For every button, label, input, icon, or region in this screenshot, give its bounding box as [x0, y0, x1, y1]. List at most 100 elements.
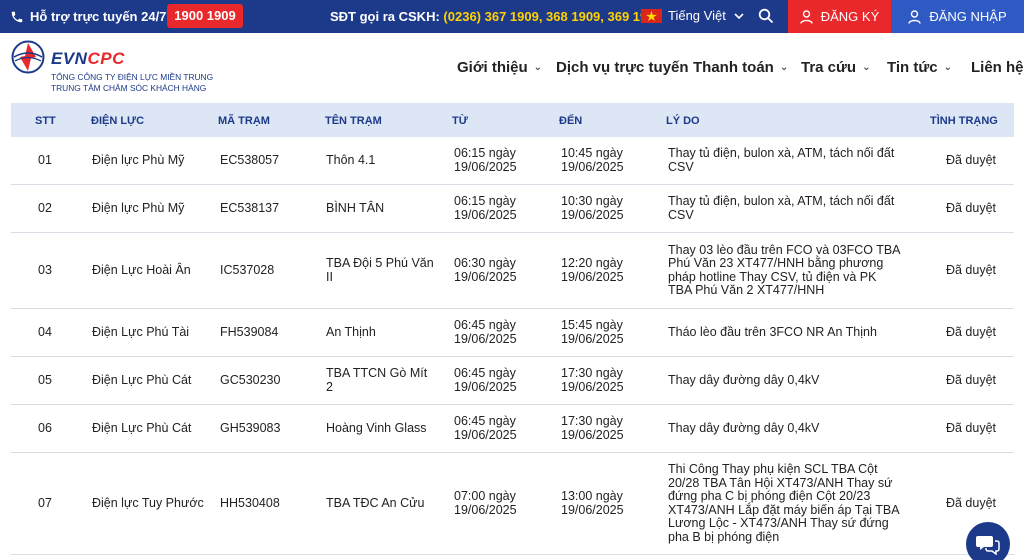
- cell-den: 17:30 ngày 19/06/2025: [561, 414, 624, 442]
- cell-dien-luc: Điện Lực Hoài Ân: [92, 262, 191, 277]
- hotline-label: Hỗ trợ trực tuyến 24/7:: [10, 9, 171, 24]
- chevron-down-icon: ⌄: [779, 62, 789, 73]
- cell-ten-tram: TBA TTCN Gò Mít 2: [326, 366, 428, 394]
- cell-den: 17:30 ngày 19/06/2025: [561, 366, 624, 394]
- cell-tinh-trang: Đã duyệt: [945, 262, 997, 277]
- col-header-ma-tram: MÃ TRẠM: [218, 115, 270, 127]
- cell-ly-do: Thi Công Thay phụ kiện SCL TBA Cột 20/28…: [668, 462, 899, 544]
- chat-support-button[interactable]: [966, 522, 1010, 560]
- cell-tu: 06:45 ngày 19/06/2025: [454, 414, 517, 442]
- cell-dien-luc: Điện Lực Phú Tài: [92, 324, 190, 339]
- cell-ma-tram: GH539083: [220, 420, 281, 435]
- brand-name[interactable]: EVNCPC: [51, 49, 125, 69]
- site-header: EVNCPC TỔNG CÔNG TY ĐIỆN LỰC MIỀN TRUNG …: [0, 33, 1024, 101]
- cell-den: 12:20 ngày 19/06/2025: [561, 256, 624, 284]
- register-button[interactable]: ĐĂNG KÝ: [788, 0, 891, 33]
- col-header-den: ĐẾN: [559, 115, 583, 127]
- cell-tinh-trang: Đã duyệt: [945, 324, 997, 339]
- phone-icon: [11, 11, 23, 22]
- register-label: ĐĂNG KÝ: [820, 9, 880, 24]
- top-bar: Hỗ trợ trực tuyến 24/7: 1900 1909 SĐT gọ…: [0, 0, 1024, 33]
- vietnam-flag-icon: [641, 9, 662, 23]
- chat-icon: [976, 536, 1000, 555]
- cell-dien-luc: Điện lực Phù Mỹ: [92, 152, 185, 167]
- cell-ma-tram: HH530408: [220, 495, 280, 510]
- cskh-numbers: (0236) 367 1909, 368 1909, 369 1909: [443, 9, 662, 24]
- cell-stt: 01: [38, 152, 52, 167]
- cell-tu: 07:00 ngày 19/06/2025: [454, 489, 517, 517]
- user-icon: [908, 9, 922, 24]
- col-header-dien-luc: ĐIỆN LỰC: [91, 115, 145, 127]
- cell-den: 10:30 ngày 19/06/2025: [561, 194, 624, 222]
- table-row[interactable]: 07 Điện lực Tuy Phước HH530408 TBA TĐC A…: [11, 453, 1014, 555]
- cell-tu: 06:45 ngày 19/06/2025: [454, 318, 517, 346]
- cell-ma-tram: EC538057: [220, 152, 280, 167]
- cell-den: 13:00 ngày 19/06/2025: [561, 489, 624, 517]
- cell-tinh-trang: Đã duyệt: [945, 372, 997, 387]
- cell-ma-tram: FH539084: [220, 324, 279, 339]
- table-row[interactable]: 03 Điện Lực Hoài Ân IC537028 TBA Đội 5 P…: [11, 233, 1014, 309]
- cell-stt: 07: [38, 495, 52, 510]
- col-header-ten-tram: TÊN TRẠM: [325, 115, 382, 127]
- cell-stt: 06: [38, 420, 52, 435]
- cell-ten-tram: TBA TĐC An Cửu: [326, 495, 425, 510]
- org-name-line1: TỔNG CÔNG TY ĐIỆN LỰC MIỀN TRUNG: [51, 72, 214, 82]
- login-label: ĐĂNG NHẬP: [929, 9, 1007, 24]
- cell-ma-tram: EC538137: [220, 200, 280, 215]
- nav-tin-tuc[interactable]: Tin tức ⌄: [887, 59, 952, 76]
- cell-stt: 04: [38, 324, 52, 339]
- cell-ly-do: Thay tủ điện, bulon xà, ATM, tách nối đấ…: [668, 194, 895, 222]
- nav-thanh-toan[interactable]: Thanh toán ⌄: [693, 59, 788, 76]
- nav-dich-vu-truc-tuyen[interactable]: Dịch vụ trực tuyến: [556, 59, 689, 76]
- evn-logo-icon[interactable]: [11, 40, 45, 74]
- cell-dien-luc: Điện Lực Phù Cát: [92, 420, 192, 435]
- cell-ten-tram: Thôn 4.1: [326, 152, 376, 167]
- cell-ly-do: Tháo lèo đầu trên 3FCO NR An Thịnh: [668, 324, 877, 339]
- search-button[interactable]: [758, 8, 776, 26]
- search-icon: [758, 8, 774, 24]
- cell-ly-do: Thay dây đường dây 0,4kV: [668, 372, 820, 387]
- chevron-down-icon: ⌄: [862, 62, 871, 73]
- cell-ten-tram: An Thịnh: [326, 324, 376, 339]
- hotline-number-badge[interactable]: 1900 1909: [167, 4, 243, 28]
- chevron-down-icon: [734, 12, 744, 19]
- outage-schedule-table: STT ĐIỆN LỰC MÃ TRẠM TÊN TRẠM TỪ ĐẾN LÝ …: [11, 103, 1014, 555]
- cell-tu: 06:45 ngày 19/06/2025: [454, 366, 517, 394]
- nav-lien-he[interactable]: Liên hệ: [971, 59, 1024, 76]
- col-header-ly-do: LÝ DO: [666, 115, 700, 127]
- table-row[interactable]: 05 Điện Lực Phù Cát GC530230 TBA TTCN Gò…: [11, 357, 1014, 405]
- cell-stt: 05: [38, 372, 52, 387]
- cell-dien-luc: Điện lực Tuy Phước: [92, 495, 204, 510]
- cskh-phone-info: SĐT gọi ra CSKH: (0236) 367 1909, 368 19…: [330, 9, 662, 24]
- cell-tu: 06:15 ngày 19/06/2025: [454, 194, 517, 222]
- login-button[interactable]: ĐĂNG NHẬP: [891, 0, 1024, 33]
- cell-ly-do: Thay 03 lèo đầu trên FCO và 03FCO TBA Ph…: [668, 242, 900, 297]
- cell-stt: 02: [38, 200, 52, 215]
- col-header-tinh-trang: TÌNH TRẠNG: [930, 115, 998, 127]
- cell-ly-do: Thay tủ điện, bulon xà, ATM, tách nối đấ…: [668, 146, 895, 174]
- language-selector[interactable]: Tiếng Việt: [668, 8, 744, 23]
- cell-den: 10:45 ngày 19/06/2025: [561, 146, 624, 174]
- col-header-tu: TỪ: [452, 115, 468, 127]
- table-row[interactable]: 02 Điện lực Phù Mỹ EC538137 BÌNH TÂN 06:…: [11, 185, 1014, 233]
- cell-tu: 06:30 ngày 19/06/2025: [454, 256, 517, 284]
- cell-ten-tram: Hoàng Vinh Glass: [326, 420, 427, 435]
- table-row[interactable]: 01 Điện lực Phù Mỹ EC538057 Thôn 4.1 06:…: [11, 137, 1014, 185]
- col-header-stt: STT: [35, 115, 56, 127]
- language-label: Tiếng Việt: [668, 8, 726, 23]
- cskh-label: SĐT gọi ra CSKH:: [330, 9, 440, 24]
- table-header-row: STT ĐIỆN LỰC MÃ TRẠM TÊN TRẠM TỪ ĐẾN LÝ …: [11, 103, 1014, 137]
- cell-tu: 06:15 ngày 19/06/2025: [454, 146, 517, 174]
- cell-tinh-trang: Đã duyệt: [945, 200, 997, 215]
- table-row[interactable]: 04 Điện Lực Phú Tài FH539084 An Thịnh 06…: [11, 309, 1014, 357]
- cell-ten-tram: TBA Đội 5 Phú Văn II: [326, 256, 434, 284]
- cell-ly-do: Thay dây đường dây 0,4kV: [668, 420, 820, 435]
- nav-tra-cuu[interactable]: Tra cứu ⌄: [801, 59, 870, 76]
- cell-tinh-trang: Đã duyệt: [945, 420, 997, 435]
- chevron-down-icon: ⌄: [533, 62, 543, 73]
- chevron-down-icon: ⌄: [943, 62, 952, 73]
- table-row[interactable]: 06 Điện Lực Phù Cát GH539083 Hoàng Vinh …: [11, 405, 1014, 453]
- nav-gioi-thieu[interactable]: Giới thiệu ⌄: [457, 59, 542, 76]
- cell-tinh-trang: Đã duyệt: [945, 152, 997, 167]
- cell-den: 15:45 ngày 19/06/2025: [561, 318, 624, 346]
